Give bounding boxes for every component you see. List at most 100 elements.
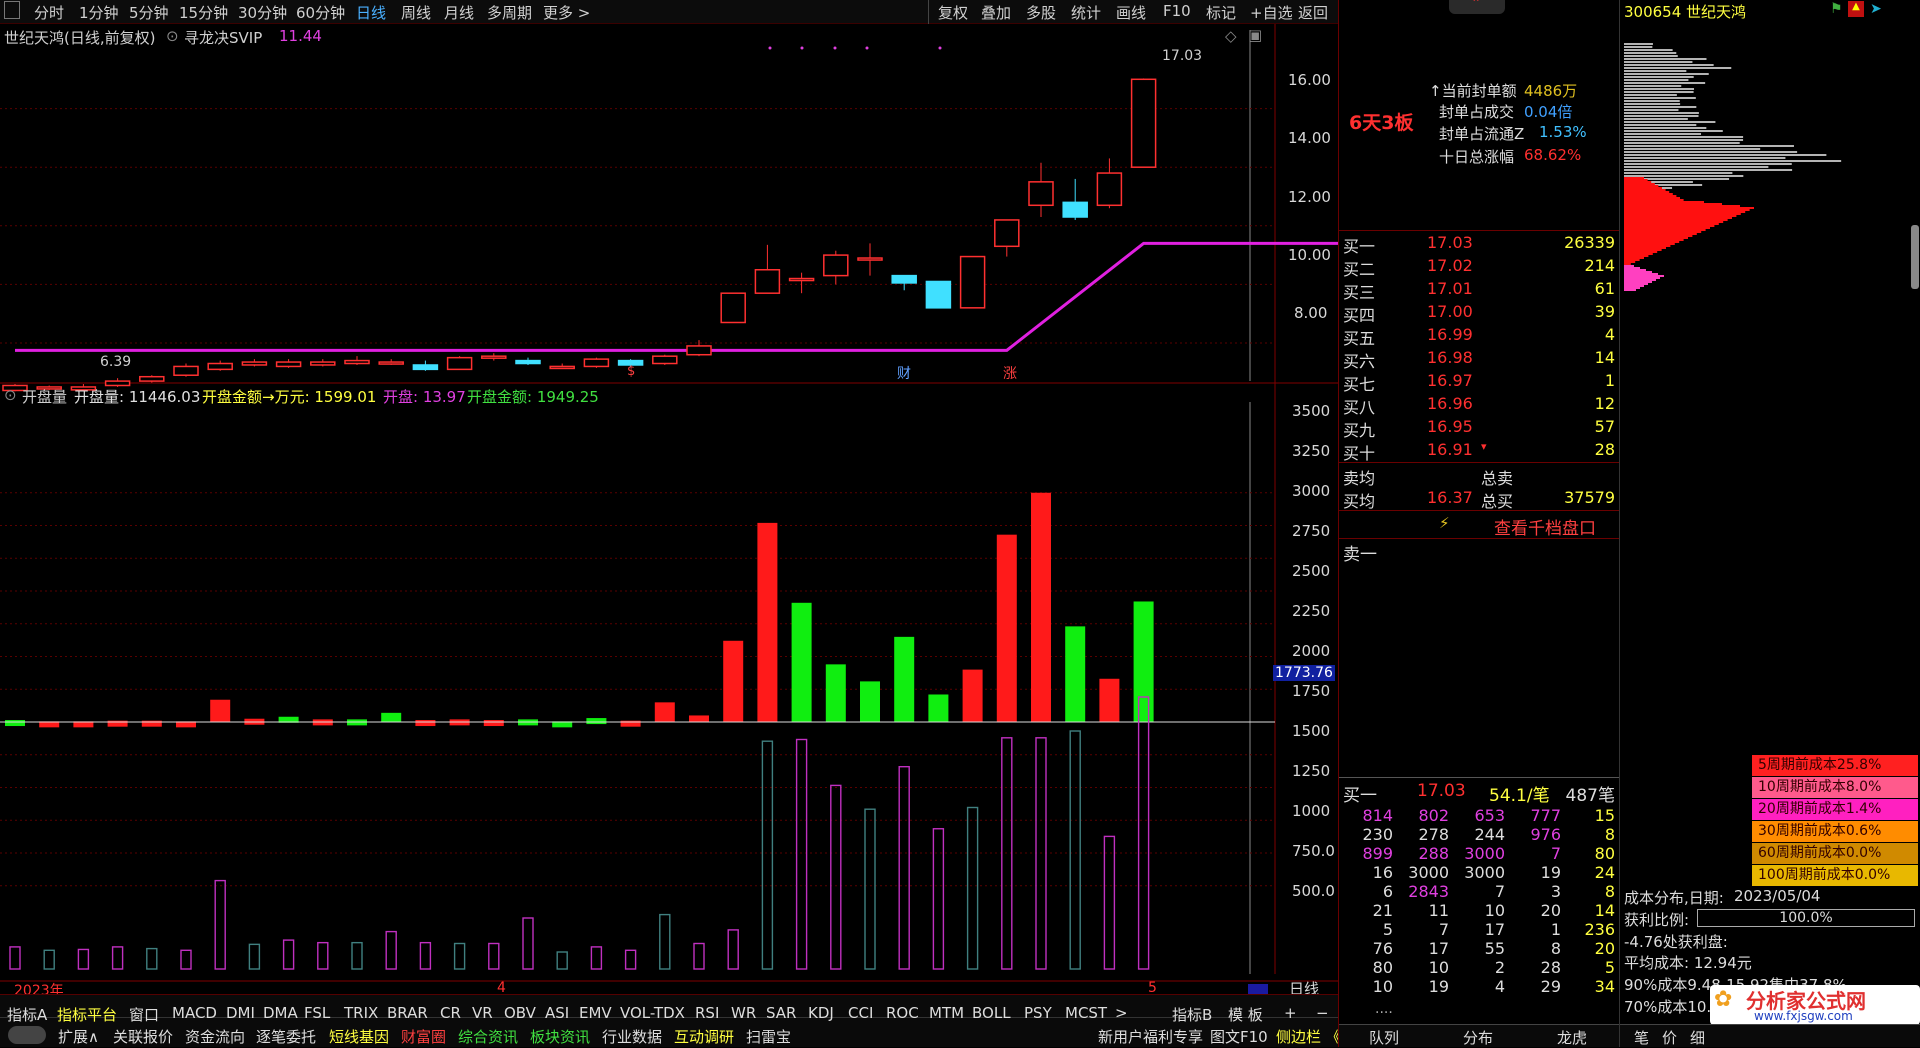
- indicator-name[interactable]: 寻龙决SVIP: [184, 27, 262, 48]
- period-tab[interactable]: 5分钟: [129, 2, 169, 23]
- scrollbar-thumb[interactable]: [1911, 225, 1919, 289]
- indicator-tab[interactable]: DMA: [263, 1004, 298, 1022]
- indicator-tab[interactable]: BRAR: [387, 1004, 428, 1022]
- indicator-tab[interactable]: MCST: [1065, 1004, 1107, 1022]
- period-tab[interactable]: 多周期: [487, 2, 532, 23]
- bid-row[interactable]: 买一 17.03 26339: [1339, 232, 1619, 256]
- sidebar-toggle[interactable]: 侧边栏 《: [1276, 1026, 1341, 1047]
- period-tab[interactable]: 分时: [34, 2, 64, 23]
- period-tab[interactable]: 30分钟: [238, 2, 287, 23]
- indicator-b-tab[interactable]: 指标B: [1172, 1004, 1212, 1025]
- sub-indicator-name[interactable]: 开盘量: [22, 386, 67, 407]
- indicator-tab[interactable]: VR: [472, 1004, 493, 1022]
- toolbar-button[interactable]: 标记: [1206, 2, 1236, 23]
- scroll-tabs-button[interactable]: >: [1115, 1004, 1128, 1022]
- extension-tab[interactable]: 互动调研: [674, 1026, 734, 1047]
- indicator-tab[interactable]: WR: [731, 1004, 756, 1022]
- bid-row[interactable]: 买二 17.02 214: [1339, 255, 1619, 279]
- settings-icon[interactable]: ⊙: [4, 386, 17, 404]
- finance-marker[interactable]: 财: [897, 363, 911, 383]
- toggle-switch[interactable]: [8, 1026, 46, 1044]
- remove-window-button[interactable]: −: [1316, 1004, 1329, 1022]
- toolbar-button[interactable]: 多股: [1026, 2, 1056, 23]
- indicator-tab[interactable]: 指标A: [7, 1004, 47, 1025]
- indicator-tab[interactable]: KDJ: [808, 1004, 834, 1022]
- bid-row[interactable]: 买十 16.91 ▾ 28: [1339, 439, 1619, 463]
- bid-row[interactable]: 买八 16.96 12: [1339, 393, 1619, 417]
- cost-distribution-chart[interactable]: [1620, 24, 1920, 764]
- extension-tab[interactable]: 关联报价: [113, 1026, 173, 1047]
- toolbar-button[interactable]: +自选: [1250, 2, 1293, 23]
- toolbar-button[interactable]: 返回: [1298, 2, 1328, 23]
- period-tab[interactable]: 1分钟: [79, 2, 119, 23]
- indicator-tab[interactable]: 指标平台: [57, 1004, 117, 1025]
- kline-svg[interactable]: [0, 24, 1338, 994]
- period-tab[interactable]: 60分钟: [296, 2, 345, 23]
- indicator-tab[interactable]: VOL-TDX: [620, 1004, 685, 1022]
- view-depth-link[interactable]: 查看千档盘口: [1494, 514, 1596, 539]
- indicator-tab[interactable]: MTM: [929, 1004, 964, 1022]
- indicator-tab[interactable]: BOLL: [972, 1004, 1011, 1022]
- tab-price[interactable]: 价: [1662, 1027, 1677, 1048]
- more-menu[interactable]: 更多 >: [543, 2, 590, 23]
- extension-tab[interactable]: 扩展∧: [58, 1026, 99, 1047]
- extension-tab[interactable]: 行业数据: [602, 1026, 662, 1047]
- brand-icon[interactable]: ▲: [1848, 1, 1864, 17]
- bid-row[interactable]: 买三 17.01 61: [1339, 278, 1619, 302]
- indicator-tab[interactable]: SAR: [766, 1004, 796, 1022]
- indicator-tab[interactable]: OBV: [504, 1004, 536, 1022]
- indicator-tab[interactable]: DMI: [226, 1004, 255, 1022]
- indicator-tab[interactable]: FSL: [304, 1004, 330, 1022]
- kline-chart-area[interactable]: 世纪天鸿(日线,前复权) ⊙ 寻龙决SVIP 11.44 17.03 6.39 …: [0, 24, 1338, 994]
- period-tab[interactable]: 月线: [444, 2, 474, 23]
- tab-distribution[interactable]: 分布: [1463, 1027, 1493, 1048]
- indicator-tab[interactable]: PSY: [1024, 1004, 1052, 1022]
- settings-icon[interactable]: ⊙: [166, 27, 179, 45]
- extension-tab[interactable]: 综合资讯: [458, 1026, 518, 1047]
- toolbar-button[interactable]: 统计: [1071, 2, 1101, 23]
- toolbar-button[interactable]: F10: [1163, 2, 1191, 20]
- period-label[interactable]: 日线: [1289, 978, 1319, 994]
- extension-tab[interactable]: 资金流向: [185, 1026, 245, 1047]
- tab-trades[interactable]: 笔: [1634, 1027, 1649, 1048]
- bid-row[interactable]: 买四 17.00 39: [1339, 301, 1619, 325]
- indicator-tab[interactable]: ROC: [886, 1004, 919, 1022]
- period-tab[interactable]: 周线: [401, 2, 431, 23]
- arrow-icon[interactable]: ➤: [1870, 1, 1882, 17]
- indicator-tab[interactable]: TRIX: [344, 1004, 378, 1022]
- diamond-icon[interactable]: ◇: [1225, 27, 1237, 45]
- limit-up-marker[interactable]: 涨: [1003, 363, 1017, 383]
- extension-tab[interactable]: 短线基因: [329, 1026, 389, 1047]
- f10-link[interactable]: 图文F10: [1210, 1026, 1268, 1047]
- indicator-tab[interactable]: RSI: [695, 1004, 719, 1022]
- tab-detail[interactable]: 细: [1690, 1027, 1705, 1048]
- toolbar-button[interactable]: 复权: [938, 2, 968, 23]
- tab-dragon-tiger[interactable]: 龙虎: [1557, 1027, 1587, 1048]
- order-queue[interactable]: 814 802 653 777 15 230 278 244 976 8 899 288 3000 7 80…: [1339, 806, 1619, 1006]
- template-tab[interactable]: 模 板: [1228, 1004, 1263, 1025]
- window-toggle-icon[interactable]: ▣: [1248, 26, 1262, 44]
- bid-row[interactable]: 买六 16.98 14: [1339, 347, 1619, 371]
- promo-link[interactable]: 新用户福利专享: [1098, 1026, 1203, 1047]
- extension-tab[interactable]: 板块资讯: [530, 1026, 590, 1047]
- add-window-button[interactable]: +: [1284, 1004, 1297, 1022]
- bid-row[interactable]: 买五 16.99 4: [1339, 324, 1619, 348]
- collapse-handle[interactable]: ⌃: [1449, 0, 1505, 14]
- extension-tab[interactable]: 扫雷宝: [746, 1026, 791, 1047]
- indicator-tab[interactable]: 窗口: [129, 1004, 159, 1025]
- indicator-tab[interactable]: CCI: [848, 1004, 873, 1022]
- indicator-tab[interactable]: EMV: [579, 1004, 612, 1022]
- indicator-tab[interactable]: MACD: [172, 1004, 217, 1022]
- more-queue[interactable]: ....: [1375, 1001, 1393, 1017]
- indicator-tab[interactable]: ASI: [545, 1004, 569, 1022]
- bid-row[interactable]: 买九 16.95 57: [1339, 416, 1619, 440]
- indicator-tab[interactable]: CR: [440, 1004, 461, 1022]
- tab-queue[interactable]: 队列: [1369, 1027, 1399, 1048]
- window-icon[interactable]: [4, 1, 20, 19]
- period-tab[interactable]: 15分钟: [179, 2, 228, 23]
- extension-tab[interactable]: 财富圈: [401, 1026, 446, 1047]
- flag-icon[interactable]: ⚑: [1830, 1, 1843, 17]
- period-tab-daily[interactable]: 日线: [356, 2, 386, 23]
- event-marker[interactable]: $: [627, 364, 635, 379]
- toolbar-button[interactable]: 画线: [1116, 2, 1146, 23]
